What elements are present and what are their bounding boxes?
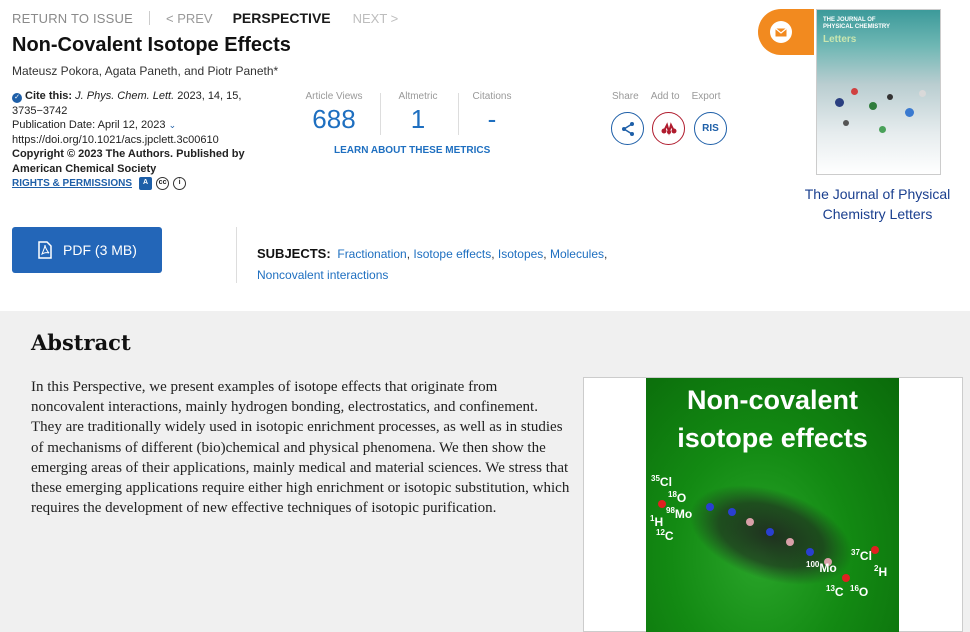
subjects-list: SUBJECTS: Fractionation, Isotope effects…: [257, 246, 608, 282]
doi-link[interactable]: https://doi.org/10.1021/acs.jpclett.3c00…: [12, 133, 252, 148]
action-labels: Share Add to Export: [612, 91, 721, 102]
chevron-down-icon: ⌄: [168, 120, 177, 130]
cover-subtitle: Letters: [823, 34, 857, 45]
toc-label: 98Mo: [666, 506, 693, 521]
pdf-download-button[interactable]: PDF (3 MB): [12, 227, 162, 273]
toc-label: 16O: [850, 584, 869, 599]
toc-label: 18O: [668, 490, 687, 505]
toc-graphic[interactable]: Non-covalent isotope effects 35Cl 18O 98…: [646, 378, 899, 632]
next-link[interactable]: NEXT >: [353, 11, 399, 26]
subjects-heading: SUBJECTS:: [257, 246, 331, 261]
subject-link[interactable]: Isotope effects: [413, 247, 491, 261]
cite-journal: J. Phys. Chem. Lett.: [75, 90, 175, 102]
share-icon: [621, 121, 634, 136]
cover-title: THE JOURNAL OF PHYSICAL CHEMISTRY: [823, 17, 891, 30]
toc-label: 100Mo: [806, 560, 837, 575]
abstract-text: In this Perspective, we present examples…: [31, 379, 570, 517]
abstract-heading: Abstract: [31, 330, 131, 355]
alerts-badge[interactable]: [758, 9, 814, 55]
cite-line[interactable]: ✓ Cite this: J. Phys. Chem. Lett. 2023, 1…: [12, 89, 252, 118]
share-button[interactable]: [611, 112, 644, 145]
subject-link[interactable]: Fractionation: [337, 247, 406, 261]
journal-cover[interactable]: THE JOURNAL OF PHYSICAL CHEMISTRY Letters: [816, 9, 941, 175]
journal-name-link[interactable]: The Journal of Physical Chemistry Letter…: [790, 184, 965, 224]
article-type-label: PERSPECTIVE: [232, 10, 331, 26]
pdf-label: PDF (3 MB): [63, 242, 137, 258]
article-views: Article Views 688: [300, 91, 368, 135]
prev-link[interactable]: < PREV: [166, 11, 213, 26]
share-label: Share: [612, 91, 639, 102]
toc-label: 2H: [874, 564, 888, 579]
mendeley-icon: [661, 121, 676, 136]
by-icon[interactable]: i: [173, 176, 187, 190]
export-ris-button[interactable]: RIS: [694, 112, 727, 145]
toc-label: 12C: [656, 528, 674, 543]
views-label: Article Views: [305, 91, 363, 102]
mail-icon: [770, 21, 792, 43]
altmetric-value[interactable]: 1: [386, 104, 450, 135]
cite-label: Cite this:: [25, 90, 73, 102]
subject-link[interactable]: Molecules: [550, 247, 604, 261]
publication-date[interactable]: Publication Date: April 12, 2023 ⌄: [12, 118, 252, 133]
cc-icon[interactable]: cc: [156, 176, 170, 190]
check-icon: ✓: [12, 93, 22, 103]
subject-link[interactable]: Isotopes: [498, 247, 543, 261]
altmetric: Altmetric 1: [386, 91, 450, 135]
article-nav: RETURN TO ISSUE < PREV PERSPECTIVE NEXT …: [12, 9, 398, 27]
altmetric-label: Altmetric: [398, 91, 438, 102]
toc-label: 35Cl: [651, 474, 672, 489]
copyright: Copyright © 2023 The Authors. Published …: [12, 148, 245, 175]
nav-divider: [148, 11, 150, 25]
add-to-label: Add to: [650, 91, 680, 102]
toc-label: 1H: [650, 514, 664, 529]
export-label: Export: [691, 91, 721, 102]
pdf-icon: [38, 241, 52, 259]
citations-value: -: [487, 104, 497, 134]
toc-label: 37Cl: [851, 548, 872, 563]
views-value: 688: [312, 104, 356, 134]
citation-block: ✓ Cite this: J. Phys. Chem. Lett. 2023, 1…: [12, 89, 252, 192]
open-access-icon[interactable]: A: [139, 176, 153, 190]
toc-title-line2: isotope effects: [677, 423, 868, 453]
learn-metrics-link[interactable]: LEARN ABOUT THESE METRICS: [334, 145, 490, 156]
author-list[interactable]: Mateusz Pokora, Agata Paneth, and Piotr …: [12, 64, 278, 78]
toc-title-line1: Non-covalent: [686, 385, 859, 415]
article-title: Non-Covalent Isotope Effects: [12, 34, 291, 56]
citations: Citations -: [464, 91, 520, 135]
toc-label: 13C: [826, 584, 844, 599]
citations-label: Citations: [472, 91, 512, 102]
return-to-issue-link[interactable]: RETURN TO ISSUE: [12, 11, 133, 26]
subject-link[interactable]: Noncovalent interactions: [257, 268, 388, 282]
add-to-mendeley-button[interactable]: [652, 112, 685, 145]
rights-permissions-link[interactable]: RIGHTS & PERMISSIONS: [12, 178, 132, 189]
